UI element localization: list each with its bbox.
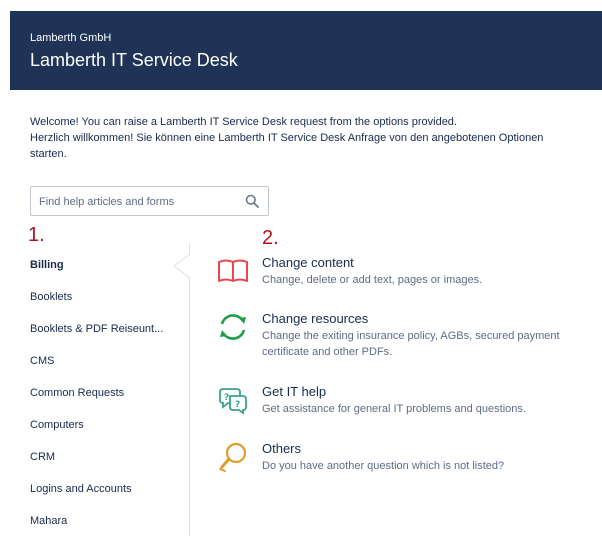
welcome-line-en: Welcome! You can raise a Lamberth IT Ser…: [30, 116, 457, 128]
annotation-marker-1: 1.: [28, 224, 45, 246]
sidebar-item-mahara[interactable]: Mahara: [30, 515, 67, 527]
sidebar-item-billing[interactable]: Billing: [30, 259, 64, 271]
sidebar-item-common-requests[interactable]: Common Requests: [30, 387, 124, 399]
sidebar-item-logins-accounts[interactable]: Logins and Accounts: [30, 483, 132, 495]
search-input[interactable]: Find help articles and forms: [30, 186, 269, 216]
sidebar-item-cms[interactable]: CMS: [30, 355, 54, 367]
svg-text:?: ?: [235, 400, 240, 410]
portal-title[interactable]: Lamberth IT Service Desk: [30, 50, 238, 71]
svg-text:?: ?: [224, 393, 229, 403]
request-type-name[interactable]: Get IT help: [262, 384, 326, 399]
request-type-description: Get assistance for general IT problems a…: [262, 403, 526, 415]
speech-bubbles-icon: ? ?: [219, 388, 247, 415]
sidebar-item-booklets-pdf[interactable]: Booklets & PDF Reiseunt...: [30, 323, 163, 335]
sidebar-divider: [189, 243, 190, 536]
search-icon[interactable]: [245, 194, 259, 208]
request-type-description: Change, delete or add text, pages or ima…: [262, 274, 483, 286]
sidebar-item-booklets[interactable]: Booklets: [30, 291, 72, 303]
sidebar-item-computers[interactable]: Computers: [30, 419, 84, 431]
welcome-line-de: Herzlich willkommen! Sie können eine Lam…: [30, 132, 544, 160]
welcome-message: Welcome! You can raise a Lamberth IT Ser…: [30, 114, 575, 162]
search-placeholder: Find help articles and forms: [39, 196, 175, 208]
request-type-name[interactable]: Change resources: [262, 311, 368, 326]
active-item-pointer: [174, 254, 190, 278]
sidebar-item-crm[interactable]: CRM: [30, 451, 55, 463]
request-type-description: Change the exiting insurance policy, AGB…: [262, 330, 560, 358]
book-icon: [218, 259, 248, 282]
organization-name[interactable]: Lamberth GmbH: [30, 32, 111, 44]
portal-header: Lamberth GmbH Lamberth IT Service Desk: [10, 11, 602, 90]
lightbulb-icon: [219, 442, 247, 472]
request-type-description: Do you have another question which is no…: [262, 460, 505, 472]
refresh-icon: [220, 314, 246, 340]
request-type-name[interactable]: Others: [262, 441, 301, 456]
request-type-name[interactable]: Change content: [262, 255, 354, 270]
annotation-marker-2: 2.: [262, 227, 279, 249]
